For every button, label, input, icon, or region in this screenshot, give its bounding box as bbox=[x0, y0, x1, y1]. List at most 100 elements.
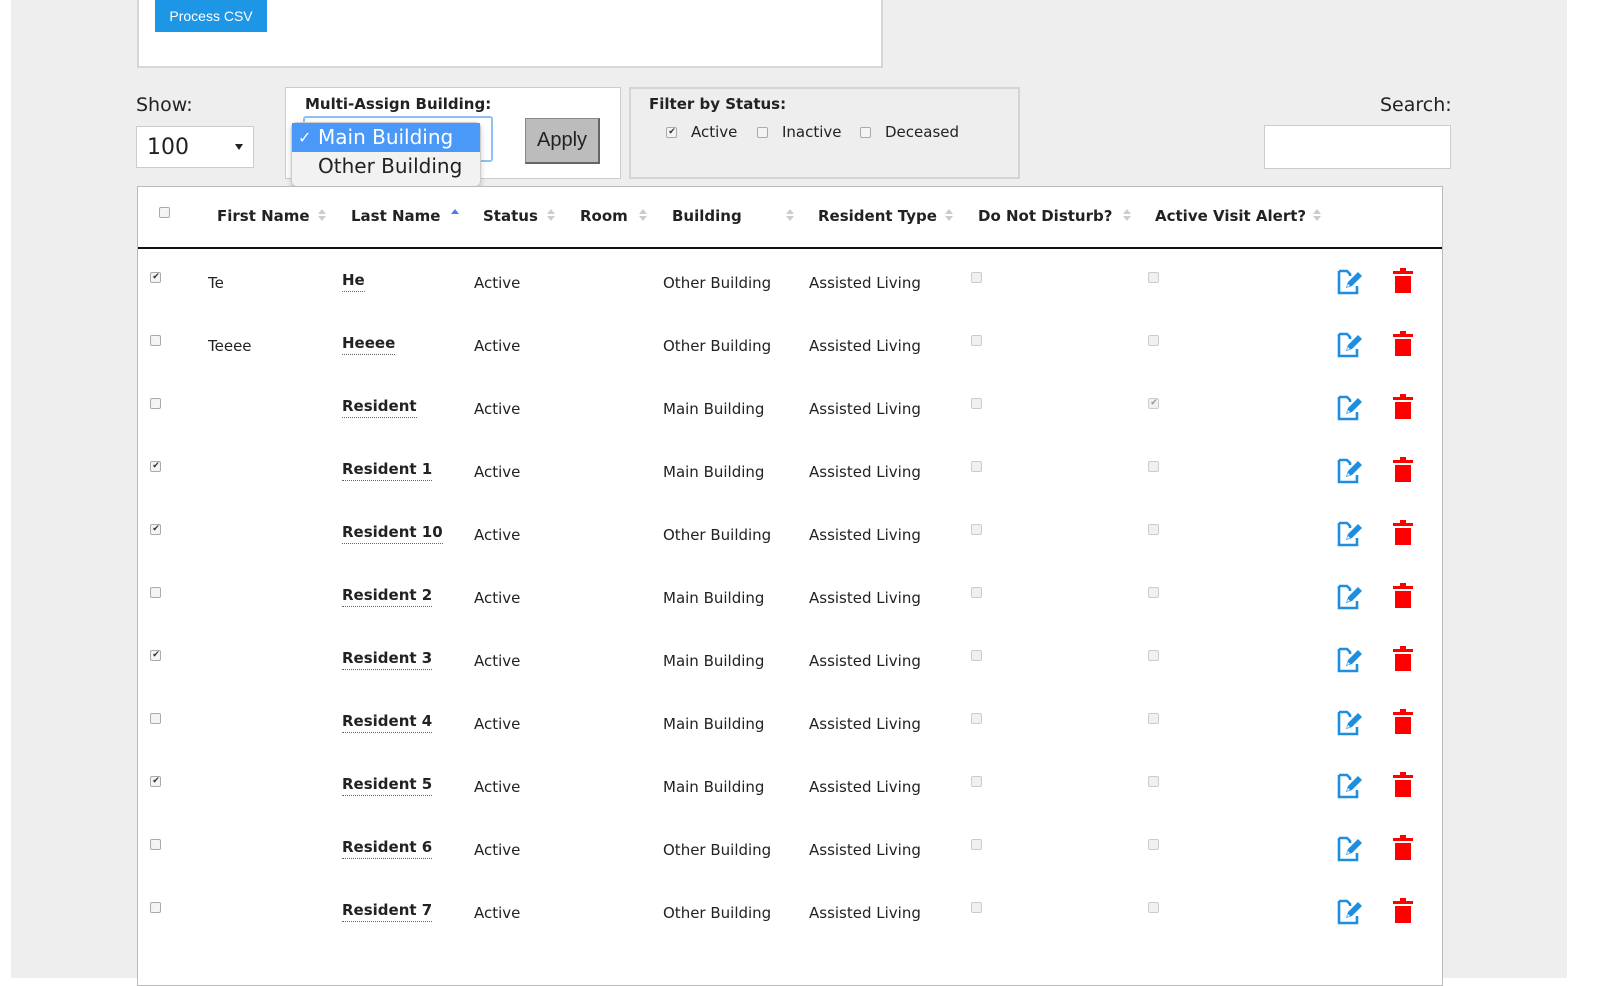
last-name-link[interactable]: Resident 6 bbox=[342, 838, 433, 859]
last-name-link[interactable]: Resident 7 bbox=[342, 901, 433, 922]
edit-icon[interactable] bbox=[1336, 393, 1362, 425]
do-not-disturb-checkbox bbox=[971, 902, 982, 913]
edit-icon[interactable] bbox=[1336, 771, 1362, 803]
edit-icon[interactable] bbox=[1336, 834, 1362, 866]
do-not-disturb-checkbox bbox=[971, 398, 982, 409]
last-name-link[interactable]: He bbox=[342, 271, 365, 292]
sort-icon[interactable] bbox=[786, 209, 794, 225]
filter-inactive-checkbox[interactable] bbox=[757, 126, 768, 138]
sort-icon[interactable] bbox=[1123, 209, 1131, 225]
sort-icon[interactable] bbox=[639, 209, 647, 225]
delete-trash-icon[interactable] bbox=[1392, 520, 1414, 550]
last-name-link[interactable]: Resident 2 bbox=[342, 586, 433, 607]
delete-trash-icon[interactable] bbox=[1392, 331, 1414, 361]
row-select-checkbox[interactable] bbox=[150, 839, 161, 850]
column-header-building[interactable]: Building bbox=[672, 207, 742, 225]
active-visit-alert-checkbox bbox=[1148, 587, 1159, 598]
row-select-checkbox[interactable] bbox=[150, 461, 161, 472]
sort-icon[interactable] bbox=[318, 209, 326, 225]
delete-trash-icon[interactable] bbox=[1392, 646, 1414, 676]
building-cell: Other Building bbox=[663, 904, 772, 922]
building-cell: Other Building bbox=[663, 526, 772, 544]
select-all-checkbox[interactable] bbox=[159, 207, 170, 218]
column-header-last-name[interactable]: Last Name bbox=[351, 207, 440, 225]
sort-icon[interactable] bbox=[547, 209, 555, 225]
status-cell: Active bbox=[474, 904, 521, 922]
show-entries-select[interactable]: 100 bbox=[136, 126, 254, 168]
resident-type-cell: Assisted Living bbox=[809, 904, 921, 922]
column-header-status[interactable]: Status bbox=[483, 207, 538, 225]
sort-icon[interactable] bbox=[1313, 209, 1321, 225]
filter-deceased-checkbox[interactable] bbox=[860, 126, 871, 138]
do-not-disturb-checkbox bbox=[971, 587, 982, 598]
sort-icon[interactable] bbox=[945, 209, 953, 225]
column-header-resident-type[interactable]: Resident Type bbox=[818, 207, 937, 225]
row-select-checkbox[interactable] bbox=[150, 398, 161, 409]
filter-active-label: Active bbox=[691, 123, 738, 141]
edit-icon[interactable] bbox=[1336, 519, 1362, 551]
option-label: Main Building bbox=[318, 125, 454, 149]
last-name-link[interactable]: Heeee bbox=[342, 334, 396, 355]
resident-type-cell: Assisted Living bbox=[809, 841, 921, 859]
delete-trash-icon[interactable] bbox=[1392, 268, 1414, 298]
status-cell: Active bbox=[474, 337, 521, 355]
building-cell: Main Building bbox=[663, 715, 765, 733]
do-not-disturb-checkbox bbox=[971, 839, 982, 850]
row-select-checkbox[interactable] bbox=[150, 776, 161, 787]
last-name-link[interactable]: Resident 3 bbox=[342, 649, 433, 670]
delete-trash-icon[interactable] bbox=[1392, 583, 1414, 613]
last-name-link[interactable]: Resident 10 bbox=[342, 523, 443, 544]
multi-assign-label: Multi-Assign Building: bbox=[305, 95, 492, 113]
last-name-link[interactable]: Resident 4 bbox=[342, 712, 433, 733]
process-csv-button[interactable]: Process CSV bbox=[155, 0, 267, 32]
edit-icon[interactable] bbox=[1336, 645, 1362, 677]
edit-icon[interactable] bbox=[1336, 267, 1362, 299]
option-main-building[interactable]: ✓ Main Building bbox=[292, 123, 480, 152]
column-header-room[interactable]: Room bbox=[580, 207, 628, 225]
filter-inactive-label: Inactive bbox=[782, 123, 842, 141]
edit-icon[interactable] bbox=[1336, 456, 1362, 488]
show-label: Show: bbox=[136, 94, 193, 116]
sort-icon[interactable] bbox=[451, 209, 459, 225]
row-select-checkbox[interactable] bbox=[150, 650, 161, 661]
row-select-checkbox[interactable] bbox=[150, 335, 161, 346]
active-visit-alert-checkbox bbox=[1148, 524, 1159, 535]
search-input[interactable] bbox=[1264, 125, 1451, 169]
status-cell: Active bbox=[474, 526, 521, 544]
edit-icon[interactable] bbox=[1336, 330, 1362, 362]
row-select-checkbox[interactable] bbox=[150, 272, 161, 283]
delete-trash-icon[interactable] bbox=[1392, 457, 1414, 487]
row-select-checkbox[interactable] bbox=[150, 713, 161, 724]
table-row: Resident 10 Active Other Building Assist… bbox=[138, 503, 1442, 566]
active-visit-alert-checkbox bbox=[1148, 902, 1159, 913]
delete-trash-icon[interactable] bbox=[1392, 835, 1414, 865]
table-row: Resident 2 Active Main Building Assisted… bbox=[138, 566, 1442, 629]
status-cell: Active bbox=[474, 652, 521, 670]
column-header-first-name[interactable]: First Name bbox=[217, 207, 310, 225]
row-select-checkbox[interactable] bbox=[150, 524, 161, 535]
row-select-checkbox[interactable] bbox=[150, 587, 161, 598]
last-name-link[interactable]: Resident 1 bbox=[342, 460, 433, 481]
table-row: Resident 1 Active Main Building Assisted… bbox=[138, 440, 1442, 503]
edit-icon[interactable] bbox=[1336, 897, 1362, 929]
do-not-disturb-checkbox bbox=[971, 272, 982, 283]
delete-trash-icon[interactable] bbox=[1392, 898, 1414, 928]
last-name-link[interactable]: Resident 5 bbox=[342, 775, 433, 796]
last-name-link[interactable]: Resident bbox=[342, 397, 417, 418]
residents-table: First Name Last Name Status Room Building Res… bbox=[137, 186, 1443, 986]
apply-button[interactable]: Apply bbox=[525, 118, 600, 164]
building-cell: Other Building bbox=[663, 274, 772, 292]
resident-type-cell: Assisted Living bbox=[809, 400, 921, 418]
building-cell: Main Building bbox=[663, 400, 765, 418]
row-select-checkbox[interactable] bbox=[150, 902, 161, 913]
column-header-do-not-disturb[interactable]: Do Not Disturb? bbox=[978, 207, 1112, 225]
delete-trash-icon[interactable] bbox=[1392, 772, 1414, 802]
delete-trash-icon[interactable] bbox=[1392, 394, 1414, 424]
status-cell: Active bbox=[474, 778, 521, 796]
option-other-building[interactable]: Other Building bbox=[292, 152, 480, 181]
delete-trash-icon[interactable] bbox=[1392, 709, 1414, 739]
filter-active-checkbox[interactable] bbox=[666, 126, 677, 138]
column-header-active-visit-alert[interactable]: Active Visit Alert? bbox=[1155, 207, 1306, 225]
edit-icon[interactable] bbox=[1336, 582, 1362, 614]
edit-icon[interactable] bbox=[1336, 708, 1362, 740]
